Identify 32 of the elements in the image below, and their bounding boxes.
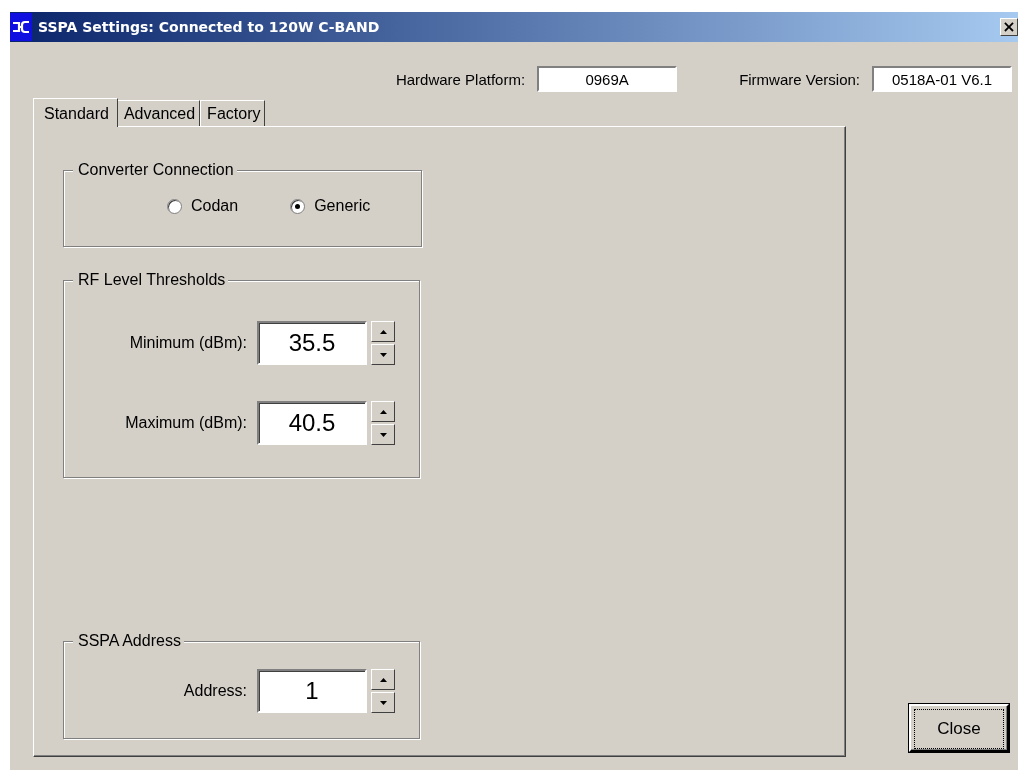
- spin-down-button[interactable]: [371, 344, 395, 365]
- field-label: Minimum (dBm):: [129, 334, 247, 352]
- down-arrow-icon: [379, 700, 387, 705]
- spin-up-button[interactable]: [371, 321, 395, 342]
- field-label: Firmware Version:: [739, 70, 860, 88]
- spin-up-button[interactable]: [371, 401, 395, 422]
- number-field[interactable]: 35.5: [257, 321, 367, 365]
- radio-label[interactable]: Generic: [314, 197, 371, 215]
- readonly-field: 0518A-01 V6.1: [872, 66, 1012, 92]
- up-arrow-icon: [379, 329, 387, 334]
- tab[interactable]: Factory: [200, 100, 266, 126]
- connector-icon: [10, 13, 32, 41]
- up-arrow-icon: [379, 409, 387, 414]
- spin-down-button[interactable]: [371, 424, 395, 445]
- spin-down-button[interactable]: [371, 692, 395, 713]
- down-arrow-icon: [379, 352, 387, 357]
- radio-label[interactable]: Codan: [191, 197, 239, 215]
- readonly-field: 0969A: [537, 66, 678, 92]
- number-field[interactable]: 1: [257, 669, 367, 713]
- tab[interactable]: Standard: [33, 98, 118, 127]
- close-button[interactable]: ×: [1000, 18, 1018, 36]
- field-label: Hardware Platform:: [395, 70, 526, 88]
- window-title: SSPA Settings: Connected to 120W C-BAND: [38, 19, 381, 35]
- spin-up-button[interactable]: [371, 669, 395, 690]
- field-label: Maximum (dBm):: [125, 414, 247, 432]
- number-field[interactable]: 40.5: [257, 401, 367, 445]
- tab[interactable]: Advanced: [116, 100, 201, 126]
- field-label: Address:: [183, 682, 247, 700]
- down-arrow-icon: [379, 432, 387, 437]
- close-button[interactable]: Close: [909, 704, 1009, 752]
- up-arrow-icon: [379, 677, 387, 682]
- radio-button[interactable]: [290, 198, 306, 214]
